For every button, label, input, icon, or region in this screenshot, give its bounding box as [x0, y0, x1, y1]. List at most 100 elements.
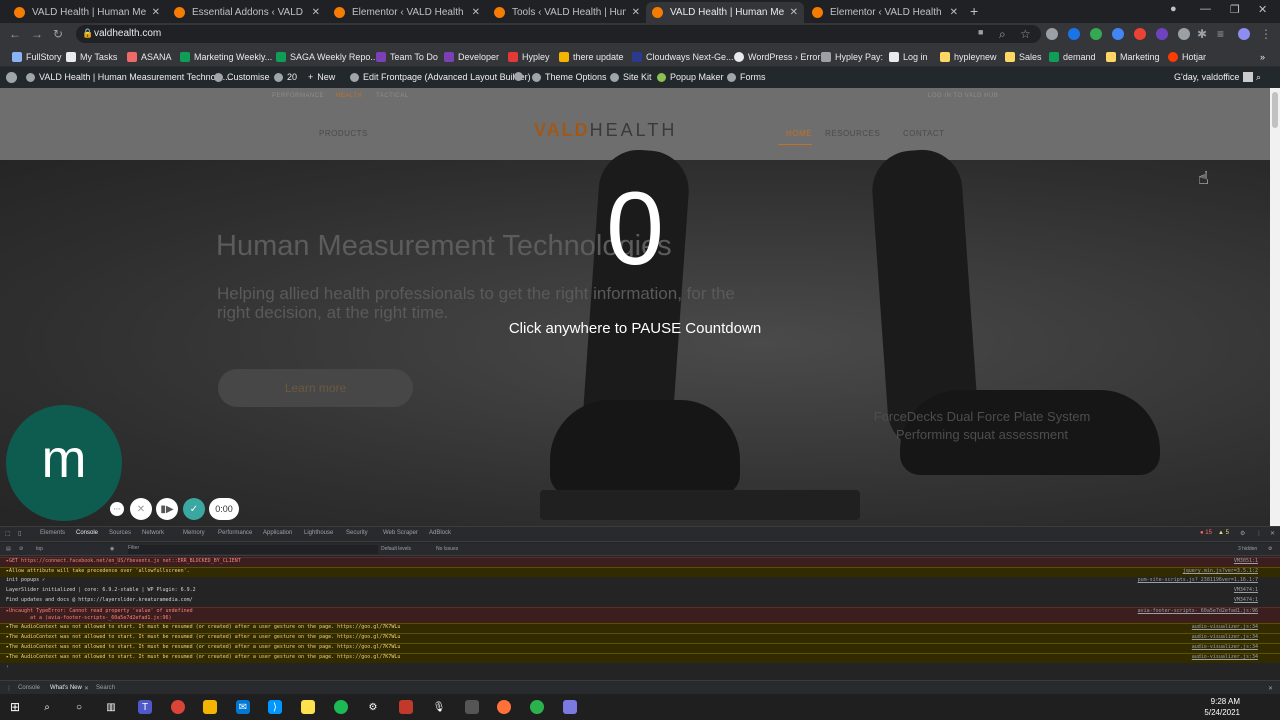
nav-contact[interactable]: CONTACT — [903, 129, 945, 138]
browser-tab[interactable]: Elementor ‹ VALD Health | Huma...✕ — [806, 2, 964, 23]
back-icon[interactable]: ← — [9, 27, 21, 41]
devtools-inspect-icon[interactable]: ⬚ — [5, 530, 11, 537]
browser-tab[interactable]: Essential Addons ‹ VALD Health |...✕ — [168, 2, 326, 23]
issues-badge[interactable]: No Issues — [436, 546, 458, 552]
wp-search-icon[interactable]: ⌕ — [1256, 72, 1261, 83]
learn-more-button[interactable]: Learn more — [218, 369, 413, 407]
windows-start-icon[interactable]: ⊞ — [8, 700, 22, 714]
firefox-icon[interactable] — [497, 700, 511, 714]
bookmark-folder[interactable]: hypleynew — [940, 50, 997, 64]
close-window-icon[interactable]: ✕ — [1258, 3, 1267, 16]
minimize-icon[interactable]: — — [1200, 3, 1211, 15]
devtools-tab-elements[interactable]: Elements — [40, 530, 65, 536]
wp-avia-icon[interactable] — [514, 72, 527, 81]
recorder-avatar[interactable]: m — [6, 405, 122, 521]
login-link[interactable]: LOG IN TO VALD HUB — [928, 93, 998, 99]
devtools-tab-adblock[interactable]: AdBlock — [429, 530, 451, 536]
devtools-tab-security[interactable]: Security — [346, 530, 368, 536]
nav-home[interactable]: HOME — [786, 129, 812, 138]
bookmark-star-icon[interactable]: ☆ — [1020, 27, 1031, 41]
extension-icon[interactable] — [1068, 28, 1080, 40]
context-select[interactable]: top — [36, 546, 43, 552]
nav-products[interactable]: PRODUCTS — [319, 129, 368, 138]
app-icon[interactable] — [563, 700, 577, 714]
restore-icon[interactable]: ❐ — [1230, 3, 1240, 16]
system-clock[interactable]: 9:28 AM 5/24/2021 — [1204, 696, 1240, 718]
cortana-icon[interactable]: ○ — [72, 700, 86, 714]
bookmark-item[interactable]: there update — [559, 50, 624, 64]
top-link-tactical[interactable]: TACTICAL — [376, 93, 409, 99]
console-message[interactable]: init popups ✓ pum-site-scripts.js?_238119… — [0, 577, 1280, 587]
browser-tab[interactable]: VALD Health | Human Measurem...✕ — [8, 2, 166, 23]
calculator-icon[interactable] — [465, 700, 479, 714]
wp-site-kit[interactable]: Site Kit — [610, 72, 652, 82]
browser-tab-active[interactable]: VALD Health | Human Measurem...✕ — [646, 2, 804, 23]
drawer-tab-close-icon[interactable]: ✕ — [84, 685, 89, 692]
browser-tab[interactable]: Elementor ‹ VALD Health | Huma...✕ — [328, 2, 486, 23]
puzzle-icon[interactable]: ✱ — [1197, 27, 1207, 41]
devtools-tab-sources[interactable]: Sources — [109, 530, 131, 536]
bookmark-item[interactable]: WordPress › Error — [734, 50, 820, 64]
log-levels-select[interactable]: Default levels — [381, 546, 411, 552]
bookmark-item[interactable]: Marketing Weekly... — [180, 50, 272, 64]
countdown-pause-hint[interactable]: Click anywhere to PAUSE Countdown — [0, 320, 1270, 337]
drawer-tab-whats-new[interactable]: What's New — [50, 685, 82, 691]
bookmark-item[interactable]: Hypley — [508, 50, 550, 64]
clear-console-icon[interactable]: ⊘ — [19, 546, 23, 552]
error-count-badge[interactable]: ● 15 — [1200, 530, 1212, 536]
more-options-icon[interactable]: ⋯ — [110, 502, 124, 516]
app-icon[interactable] — [530, 700, 544, 714]
profile-dot-icon[interactable]: ● — [1170, 3, 1177, 15]
devtools-tab-application[interactable]: Application — [263, 530, 292, 536]
close-tab-icon[interactable]: ✕ — [312, 7, 320, 18]
scrollbar-thumb[interactable] — [1272, 92, 1278, 128]
forward-icon[interactable]: → — [31, 27, 43, 41]
console-message[interactable]: ▸Allow attribute will take precedence ov… — [0, 567, 1280, 577]
wp-customise[interactable]: Customise — [214, 72, 270, 82]
close-tab-icon[interactable]: ✕ — [950, 7, 958, 18]
adblock-icon[interactable] — [1134, 28, 1146, 40]
bookmark-item[interactable]: Developer — [444, 50, 499, 64]
devtools-tab-performance[interactable]: Performance — [218, 530, 252, 536]
media-icon[interactable]: ≡ — [1217, 27, 1224, 41]
close-tab-icon[interactable]: ✕ — [632, 7, 640, 18]
devtools-tab-console[interactable]: Console — [76, 530, 98, 536]
extension-icon[interactable] — [1046, 28, 1058, 40]
console-message[interactable]: ▸The AudioContext was not allowed to sta… — [0, 623, 1280, 633]
wp-new[interactable]: + New — [308, 72, 335, 82]
zoom-icon[interactable]: ⌕ — [999, 27, 1006, 42]
bookmark-folder[interactable]: Marketing — [1106, 50, 1160, 64]
close-tab-icon[interactable]: ✕ — [472, 7, 480, 18]
reload-icon[interactable]: ↻ — [53, 27, 63, 41]
devtools-tab-network[interactable]: Network — [142, 530, 164, 536]
devtools-tab-web-scraper[interactable]: Web Scraper — [383, 530, 418, 536]
bookmark-item[interactable]: Hypley Pay: — [821, 50, 883, 64]
bookmark-item[interactable]: Hotjar — [1168, 50, 1206, 64]
wp-site-name[interactable]: VALD Health | Human Measurement Technolo… — [26, 72, 230, 82]
console-settings-icon[interactable]: ⚙ — [1268, 546, 1272, 552]
wp-forms[interactable]: Forms — [727, 72, 766, 82]
drawer-menu-icon[interactable]: ⋮ — [6, 685, 12, 692]
console-message[interactable]: ▸The AudioContext was not allowed to sta… — [0, 643, 1280, 653]
profile-avatar[interactable] — [1238, 28, 1250, 40]
search-icon[interactable]: ⌕ — [40, 700, 54, 714]
bookmarks-overflow-icon[interactable]: » — [1260, 50, 1265, 64]
devtools-close-icon[interactable]: ✕ — [1270, 530, 1275, 537]
microphone-icon[interactable]: 🎙 — [432, 700, 446, 714]
eye-icon[interactable]: ◉ — [110, 546, 114, 552]
drawer-tab-console[interactable]: Console — [18, 685, 40, 691]
devtools-menu-icon[interactable]: ⋮ — [1256, 530, 1262, 537]
top-link-health[interactable]: HEALTH — [336, 93, 362, 99]
bookmark-item[interactable]: Log in — [889, 50, 928, 64]
console-message[interactable]: ▸The AudioContext was not allowed to sta… — [0, 633, 1280, 643]
bookmark-item[interactable]: FullStory — [12, 50, 62, 64]
site-logo[interactable]: VALDHEALTH — [534, 120, 677, 141]
console-message[interactable]: LayerSlider initialized | core: 6.9.2-st… — [0, 587, 1280, 597]
settings-icon[interactable]: ⚙ — [366, 700, 380, 714]
vscode-icon[interactable]: ⟩ — [268, 700, 282, 714]
sticky-notes-icon[interactable] — [301, 700, 315, 714]
browser-tab[interactable]: Tools ‹ VALD Health | Human Me...✕ — [488, 2, 646, 23]
bookmark-item[interactable]: demand — [1049, 50, 1096, 64]
wp-updates[interactable]: 20 — [274, 72, 297, 82]
website-viewport[interactable]: PERFORMANCE HEALTH TACTICAL LOG IN TO VA… — [0, 88, 1270, 526]
